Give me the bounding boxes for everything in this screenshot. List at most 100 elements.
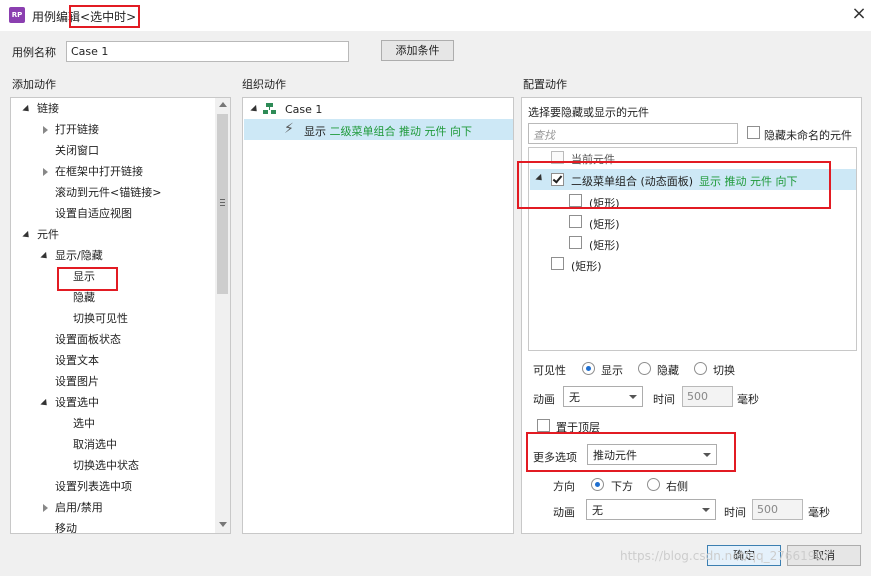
chevron-down-icon bbox=[702, 508, 710, 512]
action-tree-item[interactable]: 切换选中状态 bbox=[11, 457, 211, 475]
ms-label: 毫秒 bbox=[737, 393, 759, 406]
visibility-toggle-radio[interactable] bbox=[694, 362, 707, 375]
expand-open-icon[interactable] bbox=[22, 230, 32, 241]
expand-open-icon[interactable] bbox=[40, 398, 50, 409]
add-action-heading: 添加动作 bbox=[12, 78, 56, 91]
direction-down-radio[interactable] bbox=[591, 478, 604, 491]
visibility-show-radio[interactable] bbox=[582, 362, 595, 375]
action-tree-item-label: 切换选中状态 bbox=[73, 459, 139, 472]
direction-label: 方向 bbox=[553, 480, 575, 493]
app-logo-icon: RP bbox=[9, 7, 25, 23]
action-tree-item[interactable]: 元件 bbox=[11, 226, 211, 244]
action-tree-item-label: 启用/禁用 bbox=[55, 501, 103, 514]
animation-select-value: 无 bbox=[569, 391, 580, 404]
action-tree-item-label: 设置图片 bbox=[55, 375, 99, 388]
action-tree-item-label: 设置列表选中项 bbox=[55, 480, 132, 493]
expand-open-icon[interactable] bbox=[40, 251, 50, 262]
ms2-label: 毫秒 bbox=[808, 506, 830, 519]
organize-action-panel: Case 1 ⚡ 显示 二级菜单组合 推动 元件 向下 bbox=[242, 97, 514, 534]
visibility-label: 可见性 bbox=[533, 364, 566, 377]
action-tree-item[interactable]: 设置列表选中项 bbox=[11, 478, 211, 496]
action-tree-item[interactable]: 链接 bbox=[11, 100, 211, 118]
action-tree-item[interactable]: 设置图片 bbox=[11, 373, 211, 391]
organize-action-heading: 组织动作 bbox=[242, 78, 286, 91]
action-tree-scrollbar[interactable] bbox=[215, 98, 230, 533]
action-tree-item[interactable]: 设置面板状态 bbox=[11, 331, 211, 349]
rect-3-label: (矩形) bbox=[589, 239, 620, 252]
time-label: 时间 bbox=[653, 393, 675, 406]
action-tree-item[interactable]: 设置自适应视图 bbox=[11, 205, 211, 223]
case-name-label: 用例名称 bbox=[12, 46, 56, 59]
action-tree-item-label: 在框架中打开链接 bbox=[55, 165, 143, 178]
action-tree-item-label: 选中 bbox=[73, 417, 95, 430]
hide-unnamed-label: 隐藏未命名的元件 bbox=[764, 129, 852, 142]
action-tree-item-label: 设置面板状态 bbox=[55, 333, 121, 346]
action-tree-item[interactable]: 取消选中 bbox=[11, 436, 211, 454]
expand-closed-icon[interactable] bbox=[43, 126, 48, 134]
direction-down-label: 下方 bbox=[611, 480, 633, 493]
chevron-down-icon bbox=[629, 395, 637, 399]
action-tree-item-label: 滚动到元件<锚链接> bbox=[55, 186, 162, 199]
add-action-panel: 链接打开链接关闭窗口在框架中打开链接滚动到元件<锚链接> 设置自适应视图元件显示/… bbox=[10, 97, 231, 534]
action-tree-item[interactable]: 隐藏 bbox=[11, 289, 211, 307]
visibility-hide-radio[interactable] bbox=[638, 362, 651, 375]
visibility-hide-label: 隐藏 bbox=[657, 364, 679, 377]
action-tree-item[interactable]: 移动 bbox=[11, 520, 211, 533]
action-tree-item[interactable]: 设置选中 bbox=[11, 394, 211, 412]
animation2-select[interactable]: 无 bbox=[586, 499, 716, 520]
action-tree-item[interactable]: 启用/禁用 bbox=[11, 499, 211, 517]
lightning-icon: ⚡ bbox=[284, 121, 294, 137]
direction-right-label: 右侧 bbox=[666, 480, 688, 493]
time-input[interactable]: 500 bbox=[682, 386, 733, 407]
action-tree-item-label: 取消选中 bbox=[73, 438, 117, 451]
rect-2-label: (矩形) bbox=[589, 218, 620, 231]
action-tree-item-label: 设置文本 bbox=[55, 354, 99, 367]
action-detail: 二级菜单组合 推动 元件 向下 bbox=[329, 125, 473, 138]
rect-4-checkbox[interactable] bbox=[551, 257, 564, 270]
visibility-toggle-label: 切换 bbox=[713, 364, 735, 377]
action-tree-item[interactable]: 选中 bbox=[11, 415, 211, 433]
add-condition-button[interactable]: 添加条件 bbox=[381, 40, 454, 61]
action-tree-item-label: 切换可见性 bbox=[73, 312, 128, 325]
animation2-select-value: 无 bbox=[592, 504, 603, 517]
expand-closed-icon[interactable] bbox=[43, 504, 48, 512]
case-expand-icon[interactable] bbox=[250, 104, 260, 115]
direction-right-radio[interactable] bbox=[647, 478, 660, 491]
action-tree-item[interactable]: 显示/隐藏 bbox=[11, 247, 211, 265]
animation-label: 动画 bbox=[533, 393, 555, 406]
action-row[interactable]: ⚡ 显示 二级菜单组合 推动 元件 向下 bbox=[244, 119, 513, 140]
more-options-annotation-box bbox=[526, 432, 736, 472]
bring-to-front-checkbox[interactable] bbox=[537, 419, 550, 432]
configure-subheading: 选择要隐藏或显示的元件 bbox=[528, 106, 649, 119]
expand-closed-icon[interactable] bbox=[43, 168, 48, 176]
action-tree-item-label: 设置自适应视图 bbox=[55, 207, 132, 220]
close-icon[interactable]: × bbox=[850, 4, 868, 24]
time2-input[interactable]: 500 bbox=[752, 499, 803, 520]
case-label[interactable]: Case 1 bbox=[285, 103, 322, 116]
scroll-thumb[interactable] bbox=[217, 114, 228, 294]
action-tree-item[interactable]: 关闭窗口 bbox=[11, 142, 211, 160]
action-tree-item[interactable]: 打开链接 bbox=[11, 121, 211, 139]
configure-action-heading: 配置动作 bbox=[523, 78, 567, 91]
title-annotation-box bbox=[69, 5, 140, 28]
hide-unnamed-checkbox[interactable] bbox=[747, 126, 760, 139]
visibility-show-label: 显示 bbox=[601, 364, 623, 377]
action-tree-item-label: 设置选中 bbox=[55, 396, 99, 409]
scroll-down-icon[interactable] bbox=[219, 522, 227, 527]
widget-search-input[interactable]: 查找 bbox=[528, 123, 738, 144]
case-name-input[interactable]: Case 1 bbox=[66, 41, 349, 62]
action-tree-item[interactable]: 设置文本 bbox=[11, 352, 211, 370]
expand-open-icon[interactable] bbox=[22, 104, 32, 115]
widget-annotation-box bbox=[517, 161, 831, 209]
animation-select[interactable]: 无 bbox=[563, 386, 643, 407]
rect-2-checkbox[interactable] bbox=[569, 215, 582, 228]
action-tree-item[interactable]: 切换可见性 bbox=[11, 310, 211, 328]
rect-3-checkbox[interactable] bbox=[569, 236, 582, 249]
rect-4-label: (矩形) bbox=[571, 260, 602, 273]
action-tree-item-label: 元件 bbox=[37, 228, 59, 241]
animation2-label: 动画 bbox=[553, 506, 575, 519]
action-tree-item[interactable]: 滚动到元件<锚链接> bbox=[11, 184, 211, 202]
action-tree-item[interactable]: 在框架中打开链接 bbox=[11, 163, 211, 181]
action-tree-item-label: 关闭窗口 bbox=[55, 144, 99, 157]
scroll-up-icon[interactable] bbox=[219, 102, 227, 107]
